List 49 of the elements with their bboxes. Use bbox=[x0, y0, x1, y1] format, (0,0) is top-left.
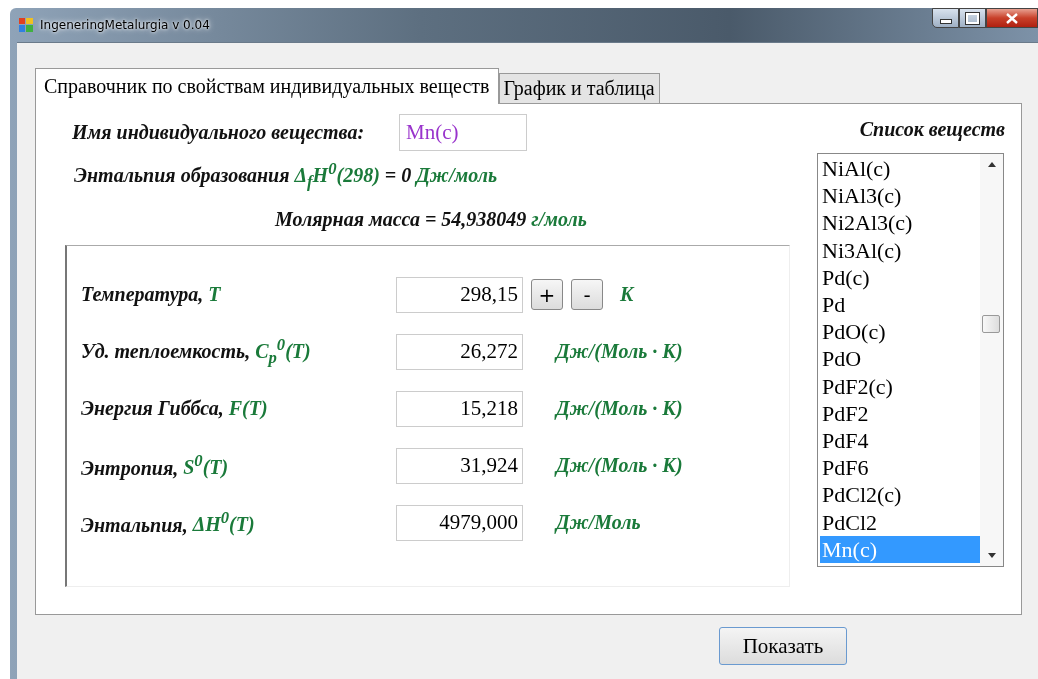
tab[interactable]: График и таблица bbox=[498, 73, 660, 103]
close-icon bbox=[1006, 12, 1018, 24]
list-item[interactable]: PdF2(c) bbox=[820, 372, 980, 400]
unit-text: K bbox=[620, 283, 634, 307]
list-title: Список веществ bbox=[859, 118, 1005, 141]
minimize-button[interactable] bbox=[932, 8, 959, 28]
app-icon bbox=[19, 18, 33, 32]
value-field[interactable]: 4979,000 bbox=[396, 504, 523, 541]
list-item[interactable]: NiAl3(c) bbox=[820, 182, 980, 210]
list-item[interactable]: PdO bbox=[820, 345, 980, 373]
property-label: Энергия Гиббса, F(T) bbox=[81, 397, 269, 421]
step-button[interactable]: + bbox=[531, 279, 563, 311]
list-item[interactable]: Ni2Al3(c) bbox=[820, 209, 980, 237]
list-item[interactable]: PdF4 bbox=[820, 427, 980, 455]
molar-mass-text: Молярная масса = 54,938049 г/моль bbox=[275, 207, 588, 231]
scroll-down-icon[interactable] bbox=[987, 553, 996, 558]
list-item[interactable]: PdO(c) bbox=[820, 318, 980, 346]
list-item[interactable]: PdF2 bbox=[820, 399, 980, 428]
list-item[interactable]: Ni3Al(c) bbox=[820, 236, 980, 264]
value-field[interactable]: 298,15 bbox=[396, 276, 523, 313]
property-label: Энтальпия, ΔH$^{0}$(T) bbox=[81, 508, 256, 537]
list-item[interactable]: PdF6 bbox=[820, 454, 980, 482]
unit-text: Дж/(Моль · К) bbox=[556, 340, 683, 364]
show-button[interactable]: Показать bbox=[719, 627, 847, 665]
scrollbar[interactable] bbox=[980, 154, 1003, 566]
unit-text: Дж/(Моль · К) bbox=[556, 454, 683, 478]
value-field[interactable]: 31,924 bbox=[396, 447, 523, 484]
list-item[interactable]: PdCl2(c) bbox=[820, 481, 980, 509]
property-label: Температура, T bbox=[81, 283, 222, 307]
unit-text: Дж/Моль bbox=[556, 511, 641, 535]
list-item[interactable]: Pd bbox=[820, 291, 980, 319]
list-item[interactable]: PdCl2 bbox=[820, 508, 980, 536]
substance-label: Имя индивидуального вещества: bbox=[72, 121, 365, 144]
step-button[interactable]: - bbox=[571, 279, 603, 311]
unit-text: Дж/(Моль · К) bbox=[556, 397, 683, 421]
window-title: IngeneringMetalurgia v 0.04 bbox=[40, 18, 210, 32]
formation-enthalpy-text: Энтальпия образования Δ$_{f}$H$^{0}$(298) = 0 Дж/моль bbox=[74, 159, 499, 192]
property-label: Уд. теплоемкость, C$_{p}$$^{0}$(T) bbox=[81, 335, 312, 368]
tab[interactable]: Справочник по свойствам индивидуальных веществ bbox=[35, 68, 499, 104]
substance-field[interactable]: Mn(c) bbox=[399, 114, 528, 151]
close-button[interactable] bbox=[986, 8, 1038, 28]
value-field[interactable]: 15,218 bbox=[396, 390, 523, 427]
maximize-button[interactable] bbox=[959, 8, 986, 28]
value-field[interactable]: 26,272 bbox=[396, 333, 523, 370]
list-item[interactable]: NiAl(c) bbox=[820, 155, 980, 183]
scroll-thumb[interactable] bbox=[982, 315, 1000, 333]
scroll-up-icon[interactable] bbox=[987, 162, 996, 167]
list-item[interactable]: Pd(c) bbox=[820, 263, 980, 291]
property-label: Энтропия, S$^{0}$(T) bbox=[81, 451, 230, 480]
